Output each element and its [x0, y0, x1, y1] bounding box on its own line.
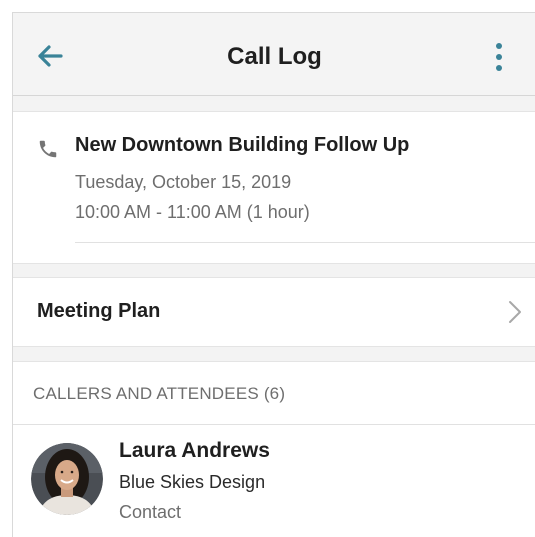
divider [75, 242, 535, 243]
event-time: 10:00 AM - 11:00 AM (1 hour) [75, 202, 310, 222]
attendee-row[interactable]: Laura Andrews Blue Skies Design Contact [13, 425, 535, 537]
meeting-plan-row[interactable]: Meeting Plan [13, 277, 535, 347]
section-header: CALLERS AND ATTENDEES (6) [33, 384, 286, 403]
more-vertical-icon [496, 43, 502, 71]
attendee-company: Blue Skies Design [119, 472, 266, 492]
meeting-plan-label: Meeting Plan [37, 300, 161, 322]
page-title: Call Log [227, 43, 322, 70]
event-title: New Downtown Building Follow Up [75, 134, 410, 156]
chevron-right-icon [509, 301, 521, 323]
top-app-bar: Call Log [13, 13, 535, 96]
callers-section: CALLERS AND ATTENDEES (6) Laura Andrews … [13, 361, 535, 537]
event-date: Tuesday, October 15, 2019 [75, 172, 292, 192]
attendee-type: Contact [119, 502, 182, 522]
event-details-card: New Downtown Building Follow Up Tuesday,… [13, 111, 535, 264]
app-frame: Call Log New Downtown Building Follow Up… [12, 12, 535, 537]
more-options-button[interactable] [492, 41, 506, 75]
attendee-name: Laura Andrews [119, 439, 270, 462]
phone-icon [39, 140, 57, 158]
avatar [31, 443, 103, 515]
